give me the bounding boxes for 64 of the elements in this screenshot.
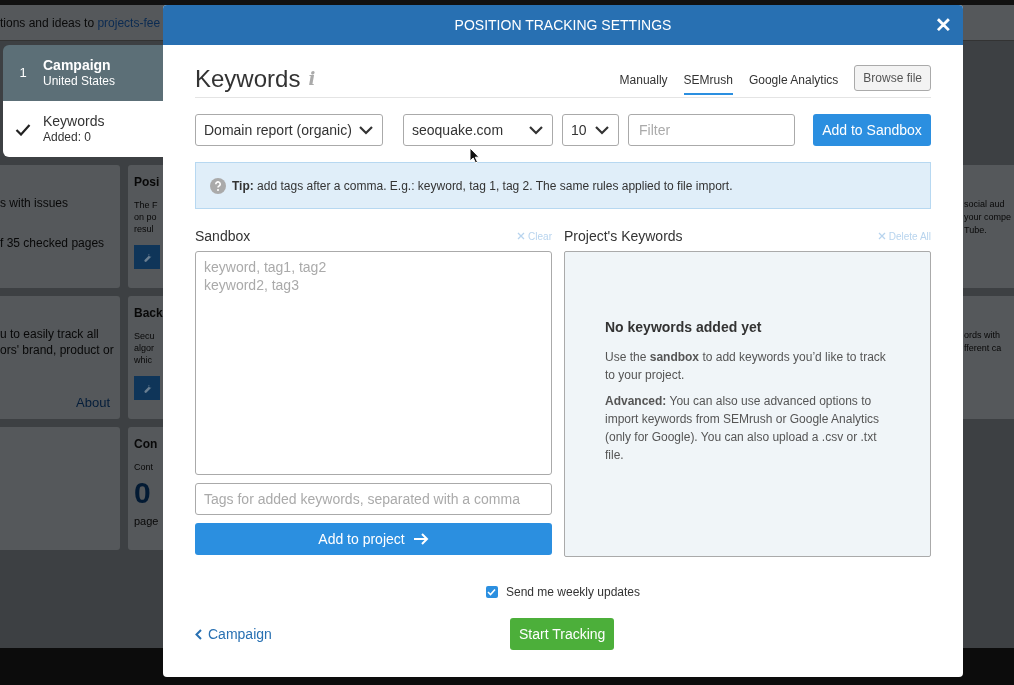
card-text: s with issues <box>0 195 69 211</box>
card-text: u to easily track all <box>0 326 99 342</box>
checkbox-label: Send me weekly updates <box>505 584 641 601</box>
mouse-cursor-icon <box>469 147 480 164</box>
start-tracking-button[interactable]: Start Tracking <box>510 618 615 650</box>
card-text: social aud <box>964 198 1005 211</box>
card-text: ords with <box>964 329 1000 342</box>
card-text: Tube. <box>964 224 987 237</box>
wrench-button[interactable] <box>134 376 160 400</box>
chevron-down-icon <box>358 125 374 135</box>
dropdown-select[interactable]: Domain report (organic) <box>195 114 383 146</box>
source-tab[interactable]: Google Analytics <box>748 71 839 95</box>
dropdown-select[interactable]: 10 <box>562 114 619 146</box>
project-keywords-label: Project's Keywords <box>564 226 683 246</box>
card-text: The F <box>134 199 158 211</box>
card-title: Back <box>134 305 163 322</box>
step-subtitle: United States <box>43 73 116 89</box>
dialog-title: POSITION TRACKING SETTINGS <box>454 15 672 35</box>
add-to-project-button[interactable]: Add to project <box>195 523 552 555</box>
header-text: tions and ideas to projects-fee <box>0 14 161 32</box>
card-text: on po <box>134 211 157 223</box>
empty-state-text: Use the sandbox to add keywords you’d like to track to your project. <box>605 348 887 384</box>
sandbox-textarea[interactable]: keyword, tag1, tag2 keyword2, tag3 <box>195 251 552 475</box>
arrow-right-icon <box>412 533 429 545</box>
card-text: page <box>134 514 159 529</box>
card-title: Con <box>134 436 158 453</box>
chevron-left-icon <box>195 628 202 640</box>
card-title: Posi <box>134 174 160 191</box>
card-text: your compe <box>964 211 1012 224</box>
close-icon <box>877 232 886 240</box>
card-text: Secu <box>134 330 155 342</box>
section-heading: Keywords <box>195 64 301 94</box>
source-tab[interactable]: Manually <box>619 71 668 95</box>
card-text: fferent ca <box>964 342 1002 355</box>
dropdown-select[interactable]: seoquake.com <box>403 114 553 146</box>
tip-text: Tip: add tags after a comma. E.g.: keyword, tag 1, tag 2. The same rules applied to file import. <box>232 177 733 195</box>
source-tab[interactable]: SEMrush <box>683 71 733 95</box>
browse-file-button[interactable]: Browse file <box>854 65 931 91</box>
card-text: whic <box>134 354 152 366</box>
help-icon <box>210 177 226 194</box>
chevron-down-icon <box>594 125 610 135</box>
checkmark-icon <box>15 122 31 136</box>
card-text: ors' brand, product or <box>0 342 114 358</box>
step-number: 1 <box>19 64 27 83</box>
close-icon <box>517 232 526 240</box>
tags-field[interactable]: Tags for added keywords, separated with a comma <box>195 483 552 515</box>
empty-state-title: No keywords added yet <box>605 317 763 337</box>
sandbox-label: Sandbox <box>195 226 251 246</box>
wrench-button[interactable] <box>134 245 160 269</box>
close-button[interactable]: ✕ <box>931 11 955 39</box>
step-title: Campaign <box>43 57 112 73</box>
back-link[interactable]: Campaign <box>195 623 272 645</box>
add-to-sandbox-button[interactable]: Add to Sandbox <box>813 114 931 146</box>
weekly-updates-checkbox[interactable] <box>485 586 498 598</box>
card-text: Cont <box>134 461 153 473</box>
chevron-down-icon <box>528 125 544 135</box>
card-text: f 35 checked pages <box>0 235 105 251</box>
card-text: algor <box>134 342 154 354</box>
step-title: Keywords <box>43 113 105 129</box>
card-text: resul <box>134 223 154 235</box>
filter-field[interactable]: Filter <box>628 114 795 146</box>
big-number: 0 <box>134 475 151 511</box>
empty-state-text: Advanced: You can also use advanced options to import keywords from SEMrush or Google Analytics (only for Google). You can also upload a .csv or .txt file. <box>605 392 881 464</box>
step-subtitle: Added: 0 <box>43 129 93 145</box>
